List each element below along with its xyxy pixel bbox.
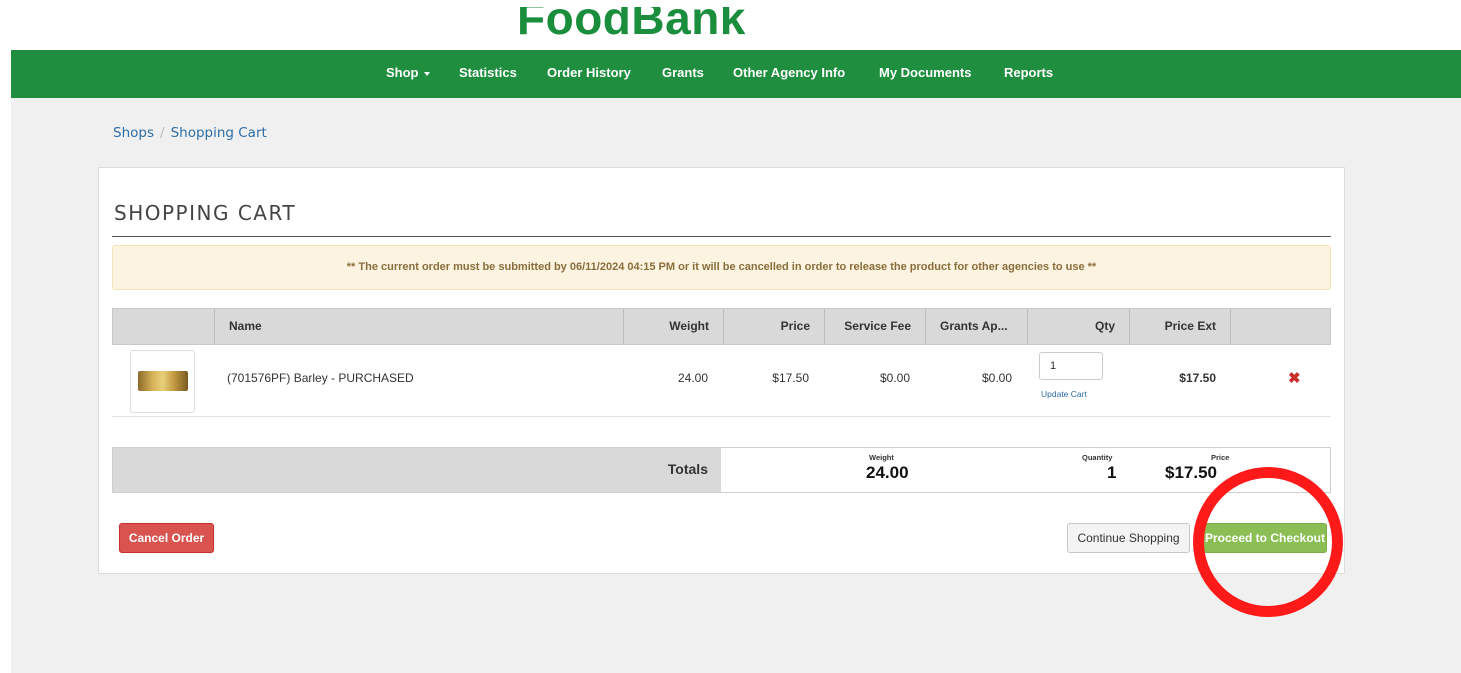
- item-price: $17.50: [772, 371, 809, 385]
- total-price-label: Price: [1211, 453, 1230, 462]
- total-weight-label: Weight: [869, 453, 894, 462]
- nav-shop-label: Shop: [386, 65, 419, 80]
- nav-statistics[interactable]: Statistics: [459, 50, 517, 98]
- nav-order-history[interactable]: Order History: [547, 50, 631, 98]
- cart-table-header: Name Weight Price Service Fee Grants Ap.…: [112, 308, 1331, 345]
- title-divider: [112, 236, 1331, 237]
- total-quantity-value: 1: [1107, 463, 1117, 482]
- col-price[interactable]: Price: [723, 309, 824, 344]
- barley-product-image: [138, 371, 188, 391]
- logo-bar: FoodBank: [11, 7, 1461, 50]
- col-qty[interactable]: Qty: [1027, 309, 1129, 344]
- col-actions: [1230, 309, 1330, 344]
- order-deadline-alert: ** The current order must be submitted b…: [112, 245, 1331, 290]
- breadcrumb: Shops / Shopping Cart: [113, 125, 267, 141]
- red-highlight-circle: [1193, 467, 1343, 617]
- update-cart-link[interactable]: Update Cart: [1041, 389, 1087, 399]
- item-service-fee: $0.00: [879, 371, 910, 385]
- breadcrumb-current[interactable]: Shopping Cart: [171, 125, 267, 141]
- item-price-ext: $17.50: [1179, 371, 1216, 385]
- breadcrumb-shops[interactable]: Shops: [113, 125, 154, 141]
- page: FoodBank Shop Statistics Order History G…: [11, 7, 1461, 673]
- item-weight: 24.00: [677, 371, 708, 385]
- shopping-cart-panel: SHOPPING CART ** The current order must …: [98, 167, 1345, 574]
- col-image: [113, 309, 214, 344]
- totals-label-cell: Totals: [113, 448, 721, 492]
- col-grants[interactable]: Grants Ap...: [925, 309, 1027, 344]
- cart-item-row: (701576PF) Barley - PURCHASED 24.00 $17.…: [112, 346, 1331, 417]
- cancel-order-button[interactable]: Cancel Order: [119, 523, 214, 553]
- item-grants-applied: $0.00: [981, 371, 1012, 385]
- main-navbar: Shop Statistics Order History Grants Oth…: [11, 50, 1461, 98]
- nav-other-agency-info[interactable]: Other Agency Info: [733, 50, 845, 98]
- quantity-input[interactable]: [1039, 352, 1103, 380]
- product-thumbnail[interactable]: [130, 350, 195, 413]
- breadcrumb-separator: /: [160, 125, 165, 141]
- nav-reports[interactable]: Reports: [1004, 50, 1053, 98]
- foodbank-logo[interactable]: FoodBank: [517, 7, 746, 45]
- totals-label: Totals: [667, 461, 708, 477]
- nav-grants[interactable]: Grants: [662, 50, 704, 98]
- continue-shopping-button[interactable]: Continue Shopping: [1067, 523, 1190, 553]
- nav-my-documents[interactable]: My Documents: [879, 50, 971, 98]
- col-weight[interactable]: Weight: [623, 309, 723, 344]
- col-name[interactable]: Name: [214, 309, 623, 344]
- nav-shop[interactable]: Shop: [386, 50, 430, 98]
- remove-x-icon[interactable]: ✖: [1288, 369, 1301, 387]
- page-title: SHOPPING CART: [114, 201, 297, 225]
- total-weight-value: 24.00: [866, 463, 909, 482]
- total-price-value: $17.50: [1165, 463, 1217, 482]
- total-quantity-label: Quantity: [1082, 453, 1113, 462]
- cart-totals: Totals Weight 24.00 Quantity 1 Price $17…: [112, 447, 1331, 493]
- item-name: (701576PF) Barley - PURCHASED: [227, 371, 414, 385]
- col-service-fee[interactable]: Service Fee: [824, 309, 925, 344]
- caret-down-icon: [423, 71, 430, 76]
- col-price-ext[interactable]: Price Ext: [1129, 309, 1230, 344]
